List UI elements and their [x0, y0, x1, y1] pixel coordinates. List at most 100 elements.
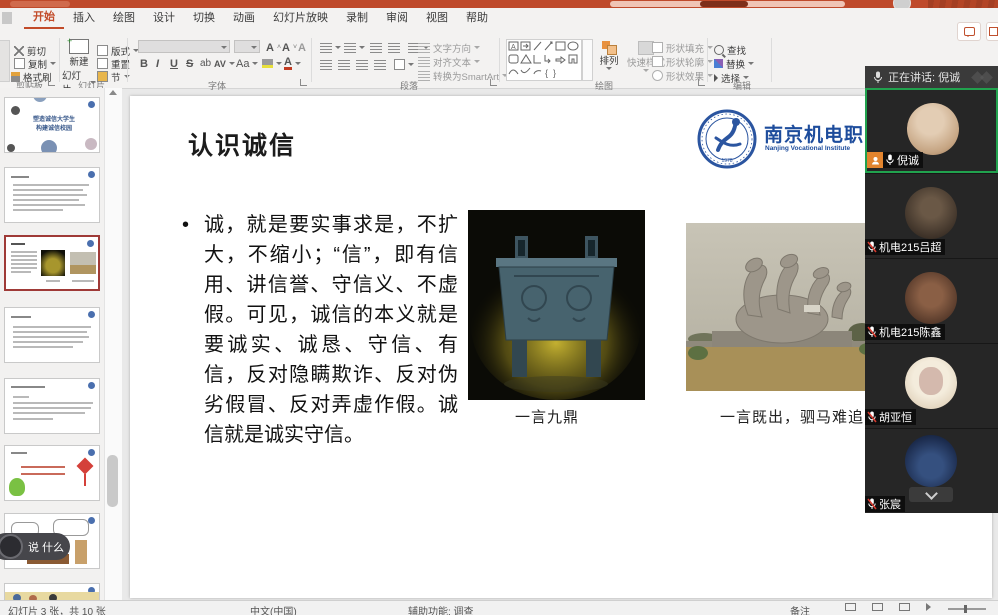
shape-outline-button[interactable]: 形状轮廓	[652, 55, 713, 68]
tab-review[interactable]: 审阅	[377, 8, 417, 28]
reading-view-icon[interactable]	[899, 603, 910, 611]
thumbnail-scrollbar[interactable]	[104, 88, 122, 600]
increase-indent-button[interactable]	[388, 41, 400, 54]
slide-canvas[interactable]: 认识诚信 1978 南京机电职 Nanjing Vocational Insti…	[130, 96, 992, 598]
thumbnail-slide-2[interactable]	[4, 167, 100, 223]
image-horse-sculpture[interactable]	[686, 223, 878, 391]
indent-right-icon	[388, 43, 400, 53]
thumbnail-slide-3-selected[interactable]	[4, 235, 100, 291]
arrange-button[interactable]: 排列	[596, 41, 622, 70]
participant-tile[interactable]: 倪诚	[865, 88, 998, 173]
tab-help[interactable]: 帮助	[457, 8, 497, 28]
layout-button[interactable]: 版式	[97, 44, 139, 57]
watermark-icon	[980, 71, 993, 84]
window-controls[interactable]	[928, 0, 998, 8]
numbering-button[interactable]	[344, 41, 365, 54]
tab-animations[interactable]: 动画	[224, 8, 264, 28]
font-dialog-launcher[interactable]	[300, 79, 307, 86]
shapes-gallery[interactable]: A { }	[506, 39, 582, 81]
tab-home[interactable]: 开始	[24, 7, 64, 29]
justify-button[interactable]	[374, 58, 386, 71]
participant-tile[interactable]: 机电215陈鑫	[865, 258, 998, 343]
text-direction-button[interactable]: 文字方向	[418, 41, 480, 54]
tab-view[interactable]: 视图	[417, 8, 457, 28]
mic-muted-icon	[867, 498, 877, 510]
cut-button[interactable]: 剪切	[14, 44, 46, 57]
widget-knob-icon[interactable]	[0, 534, 23, 559]
participant-tile[interactable]: 胡亚恒	[865, 343, 998, 428]
decrease-indent-button[interactable]	[370, 41, 382, 54]
thumbnail-slide-5[interactable]	[4, 378, 100, 434]
align-left-button[interactable]	[320, 58, 332, 71]
strikethrough-button[interactable]: S	[186, 57, 193, 70]
tab-record[interactable]: 录制	[337, 8, 377, 28]
notes-button[interactable]: 备注	[790, 603, 810, 615]
paragraph-dialog-launcher[interactable]	[490, 79, 497, 86]
shrink-font-button[interactable]: A˅	[282, 41, 297, 54]
bold-button[interactable]: B	[140, 57, 148, 70]
meeting-header[interactable]: 正在讲话: 倪诚	[865, 66, 998, 88]
slideshow-icon[interactable]	[926, 603, 931, 611]
slide-count-label: 幻灯片 3 张，共 10 张	[8, 603, 106, 615]
shape-fill-button[interactable]: 形状填充	[652, 41, 713, 54]
tab-transitions[interactable]: 切换	[184, 8, 224, 28]
drawing-dialog-launcher[interactable]	[698, 79, 705, 86]
svg-text:}: }	[553, 68, 556, 78]
svg-text:1978: 1978	[721, 158, 732, 164]
mic-muted-icon	[867, 411, 877, 423]
change-case-button[interactable]: Aa	[236, 57, 258, 70]
thumbnail-slide-1[interactable]: 塑造诚信大学生构建诚信校园	[4, 97, 100, 153]
zoom-slider[interactable]	[948, 608, 986, 610]
file-tab-stub[interactable]	[2, 12, 12, 24]
scrollbar-thumb[interactable]	[107, 455, 118, 507]
bullets-button[interactable]	[320, 41, 341, 54]
slide-sorter-icon[interactable]	[872, 603, 883, 611]
image-bronze-ding[interactable]	[468, 210, 645, 400]
clipboard-dialog-launcher[interactable]	[48, 79, 55, 86]
thumbnail-slide-8[interactable]	[4, 583, 100, 601]
reset-icon	[97, 58, 108, 69]
tab-draw[interactable]: 绘图	[104, 8, 144, 28]
columns-button[interactable]	[394, 58, 414, 71]
tab-slideshow[interactable]: 幻灯片放映	[264, 8, 337, 28]
align-right-button[interactable]	[356, 58, 368, 71]
collapse-panel-button[interactable]	[909, 487, 953, 502]
character-spacing-button[interactable]: ab	[200, 57, 211, 70]
clear-formatting-button[interactable]: A	[298, 41, 306, 54]
slide-title[interactable]: 认识诚信	[188, 126, 296, 162]
language-label[interactable]: 中文(中国)	[250, 603, 297, 615]
group-label-drawing: 绘图	[595, 79, 613, 92]
normal-view-icon[interactable]	[845, 603, 856, 611]
highlight-color-button[interactable]	[262, 57, 282, 70]
group-label-editing: 编辑	[733, 79, 751, 92]
floating-media-widget[interactable]: 说 什么	[0, 533, 70, 560]
slide-body-text[interactable]: 诚，就是要实事求是，不扩大，不缩小；“信”，即有信用、讲信誉、守信义、不虚假。可…	[204, 210, 458, 450]
scroll-up-icon[interactable]	[109, 90, 117, 95]
zoom-slider-thumb[interactable]	[964, 605, 967, 613]
shapes-scroll[interactable]	[582, 39, 593, 81]
tab-design[interactable]: 设计	[144, 8, 184, 28]
grow-font-button[interactable]: A˄	[266, 41, 281, 54]
paste-button[interactable]	[0, 40, 10, 82]
find-button[interactable]: 查找	[714, 43, 746, 56]
replace-button[interactable]: 替换	[714, 57, 754, 70]
participant-tile[interactable]: 机电215吕超	[865, 173, 998, 258]
underline-button[interactable]: U	[170, 57, 178, 70]
comments-button[interactable]	[957, 22, 981, 41]
accessibility-label[interactable]: 辅助功能: 调查	[408, 603, 474, 615]
share-button[interactable]	[986, 22, 998, 41]
align-text-button[interactable]: 对齐文本	[418, 55, 480, 68]
text-spacing-button[interactable]: AV	[214, 57, 235, 70]
tab-insert[interactable]: 插入	[64, 8, 104, 28]
align-center-button[interactable]	[338, 58, 350, 71]
copy-button[interactable]: 复制	[14, 57, 56, 70]
avatar	[905, 187, 957, 239]
reset-button[interactable]: 重置	[97, 57, 130, 70]
participant-tile[interactable]: 张宸	[865, 428, 998, 513]
font-size-combo[interactable]	[234, 40, 260, 53]
thumbnail-slide-4[interactable]	[4, 307, 100, 363]
font-color-button[interactable]: A	[284, 57, 301, 70]
font-name-combo[interactable]	[138, 40, 230, 53]
thumbnail-slide-6[interactable]	[4, 445, 100, 501]
italic-button[interactable]: I	[156, 57, 159, 70]
